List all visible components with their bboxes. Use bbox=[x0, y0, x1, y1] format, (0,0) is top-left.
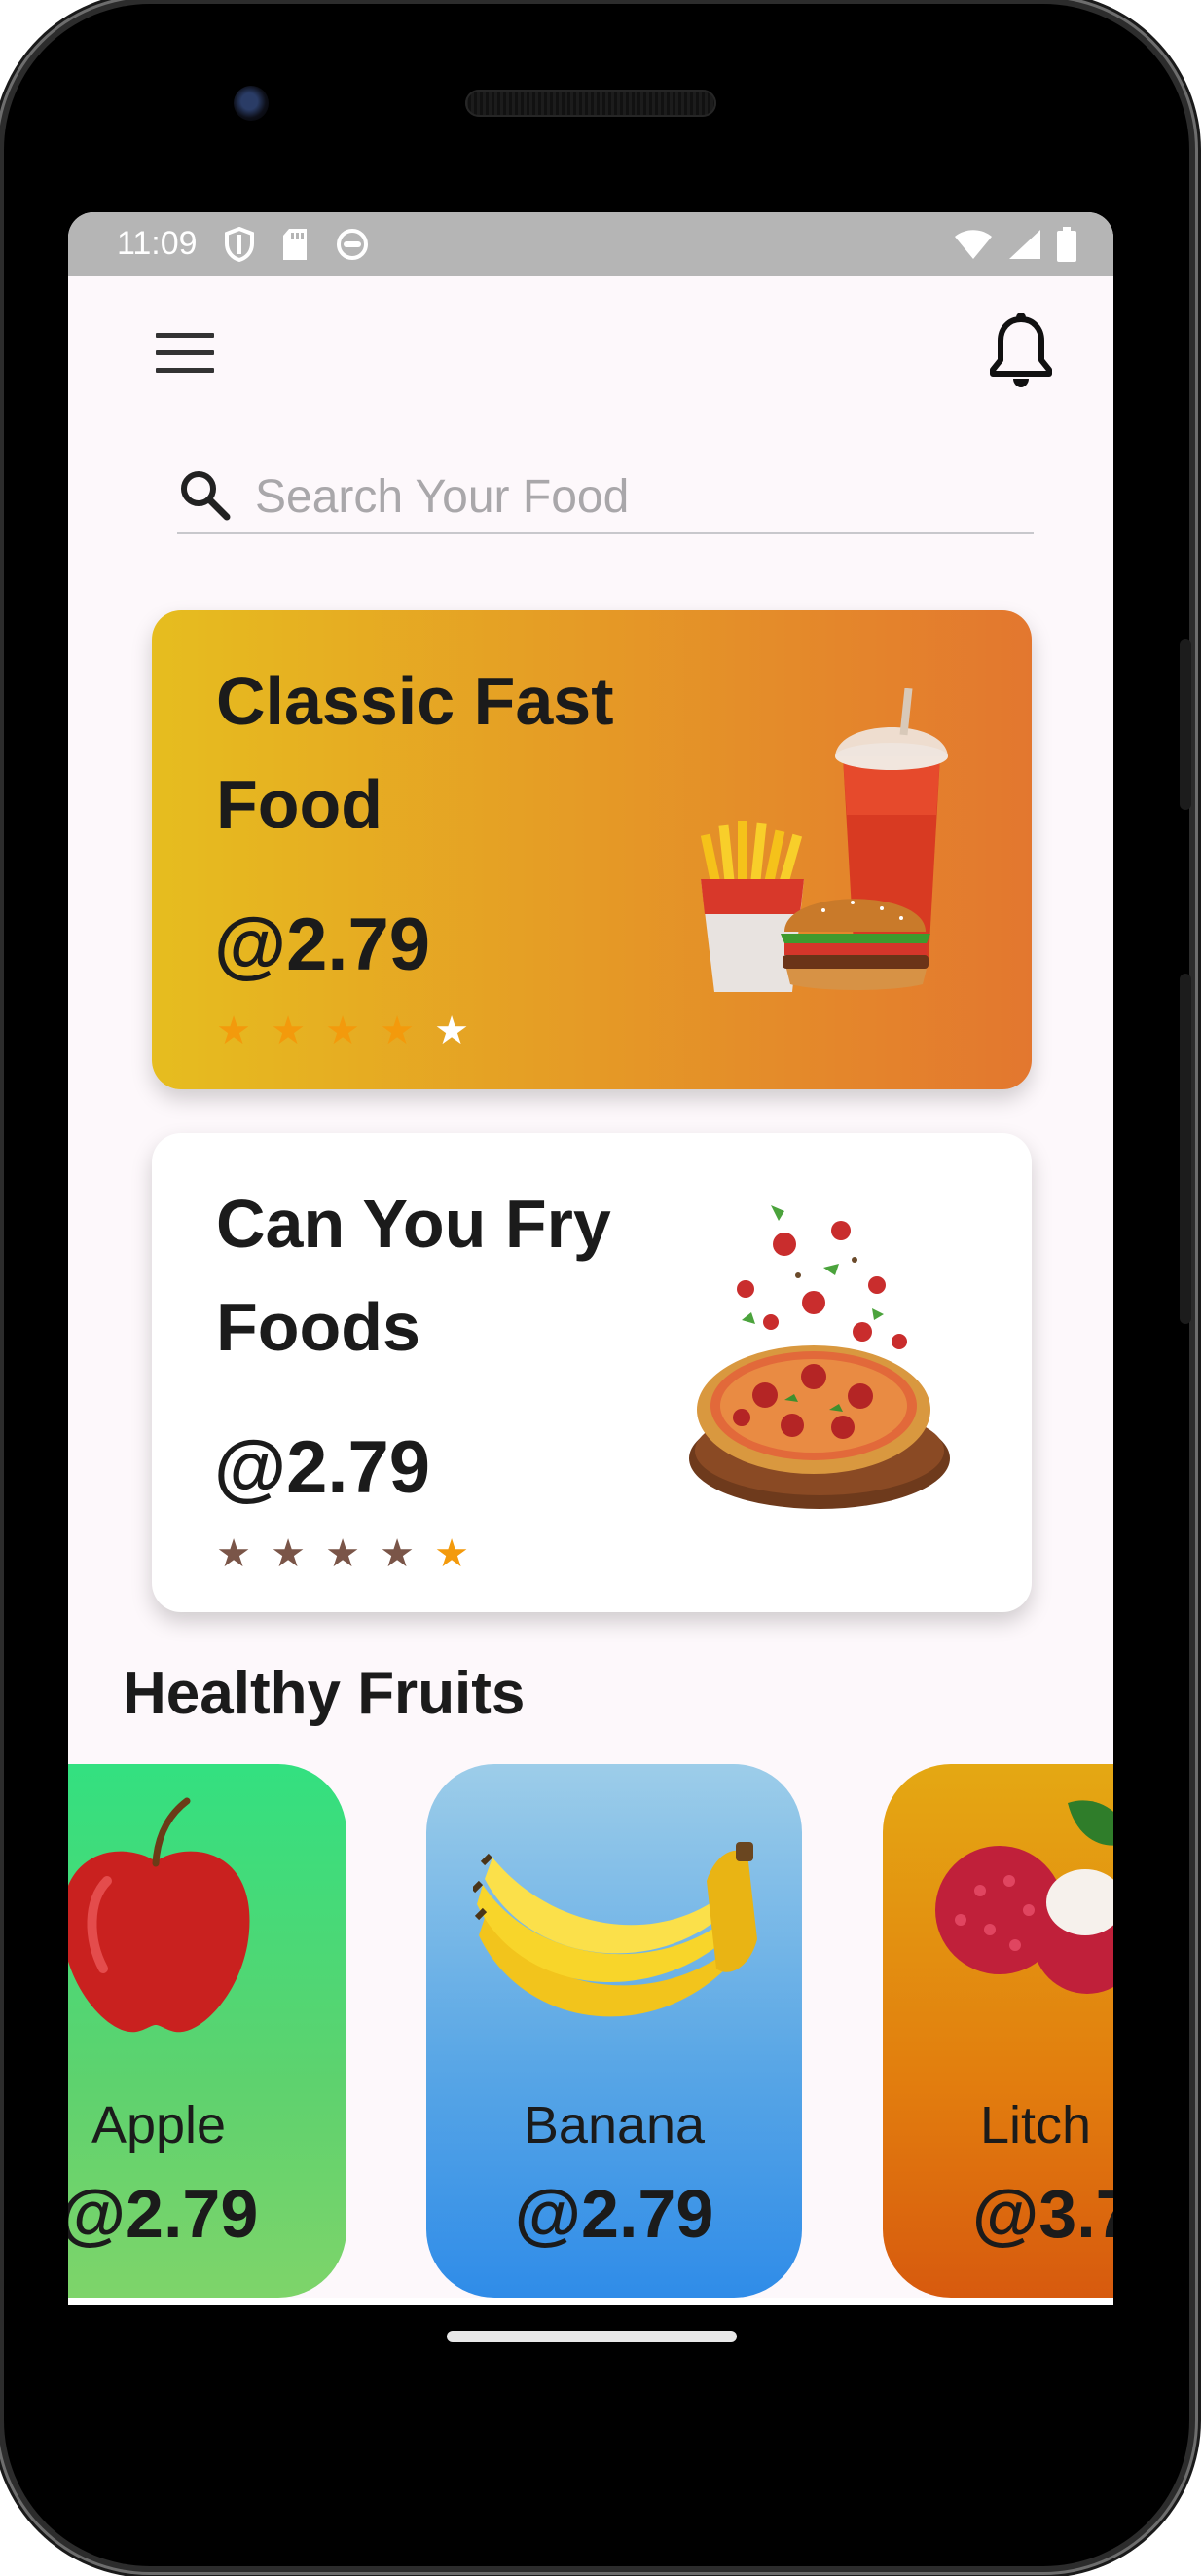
search-bar[interactable] bbox=[177, 461, 1034, 534]
fruit-name: Litch bbox=[980, 2096, 1092, 2154]
star-icon: ★ bbox=[434, 1010, 469, 1052]
status-bar: 11:09 bbox=[68, 212, 1113, 276]
volume-button bbox=[1180, 974, 1191, 1324]
card-price: @2.79 bbox=[214, 1426, 431, 1509]
apple-image bbox=[68, 1793, 263, 2051]
card-title: Can You Fry Foods bbox=[216, 1186, 611, 1365]
star-icon: ★ bbox=[216, 1010, 251, 1052]
banana-image bbox=[470, 1842, 765, 2071]
featured-card-can-you-fry-foods[interactable]: Can You Fry Foods @2.79 ★ ★ ★ ★ ★ bbox=[152, 1133, 1032, 1612]
hamburger-menu-icon bbox=[154, 333, 216, 384]
star-rating: ★ ★ ★ ★ ★ bbox=[216, 1010, 469, 1052]
card-price: @2.79 bbox=[214, 903, 431, 986]
front-camera bbox=[234, 86, 269, 121]
search-icon bbox=[177, 467, 232, 527]
section-title-healthy-fruits: Healthy Fruits bbox=[123, 1660, 526, 1727]
star-icon: ★ bbox=[271, 1010, 306, 1052]
fruit-price: @2.79 bbox=[514, 2176, 714, 2252]
signal-icon bbox=[1008, 229, 1041, 260]
fruit-card-lychee[interactable]: Litch @3.7 bbox=[883, 1764, 1113, 2298]
menu-button[interactable] bbox=[154, 327, 216, 380]
card-title: Classic Fast Food bbox=[216, 663, 614, 842]
star-icon: ★ bbox=[271, 1532, 306, 1575]
star-icon: ★ bbox=[380, 1532, 415, 1575]
pizza-image bbox=[677, 1196, 950, 1522]
shield-icon bbox=[224, 226, 254, 262]
burger-fries-soda-image bbox=[697, 687, 950, 1005]
sd-card-icon bbox=[281, 228, 309, 261]
face-icon bbox=[336, 228, 369, 261]
star-icon: ★ bbox=[216, 1532, 251, 1575]
power-button bbox=[1180, 639, 1191, 810]
star-icon: ★ bbox=[325, 1010, 360, 1052]
star-icon: ★ bbox=[380, 1010, 415, 1052]
notifications-button[interactable] bbox=[987, 310, 1055, 391]
earpiece-speaker bbox=[465, 90, 716, 117]
fruit-name: Apple bbox=[91, 2096, 227, 2154]
star-rating: ★ ★ ★ ★ ★ bbox=[216, 1532, 469, 1575]
fruit-card-banana[interactable]: Banana @2.79 bbox=[426, 1764, 802, 2298]
star-icon: ★ bbox=[434, 1532, 469, 1575]
battery-icon bbox=[1057, 226, 1076, 262]
wifi-icon bbox=[954, 229, 993, 260]
status-time: 11:09 bbox=[117, 225, 198, 262]
search-input[interactable] bbox=[253, 468, 997, 525]
home-indicator[interactable] bbox=[447, 2331, 737, 2342]
featured-card-classic-fast-food[interactable]: Classic Fast Food @2.79 ★ ★ ★ ★ ★ bbox=[152, 610, 1032, 1089]
star-icon: ★ bbox=[325, 1532, 360, 1575]
fruit-card-apple[interactable]: Apple @2.79 bbox=[68, 1764, 346, 2298]
fruit-price: @2.79 bbox=[68, 2176, 259, 2252]
fruit-name: Banana bbox=[523, 2096, 706, 2154]
lychee-image bbox=[922, 1793, 1113, 2022]
fruit-price: @3.7 bbox=[972, 2176, 1113, 2252]
screen-bottom-edge bbox=[68, 2298, 1113, 2305]
bell-icon bbox=[987, 313, 1055, 395]
app-screen: 11:09 Search Your Food Classic Fast Food… bbox=[68, 212, 1113, 2305]
